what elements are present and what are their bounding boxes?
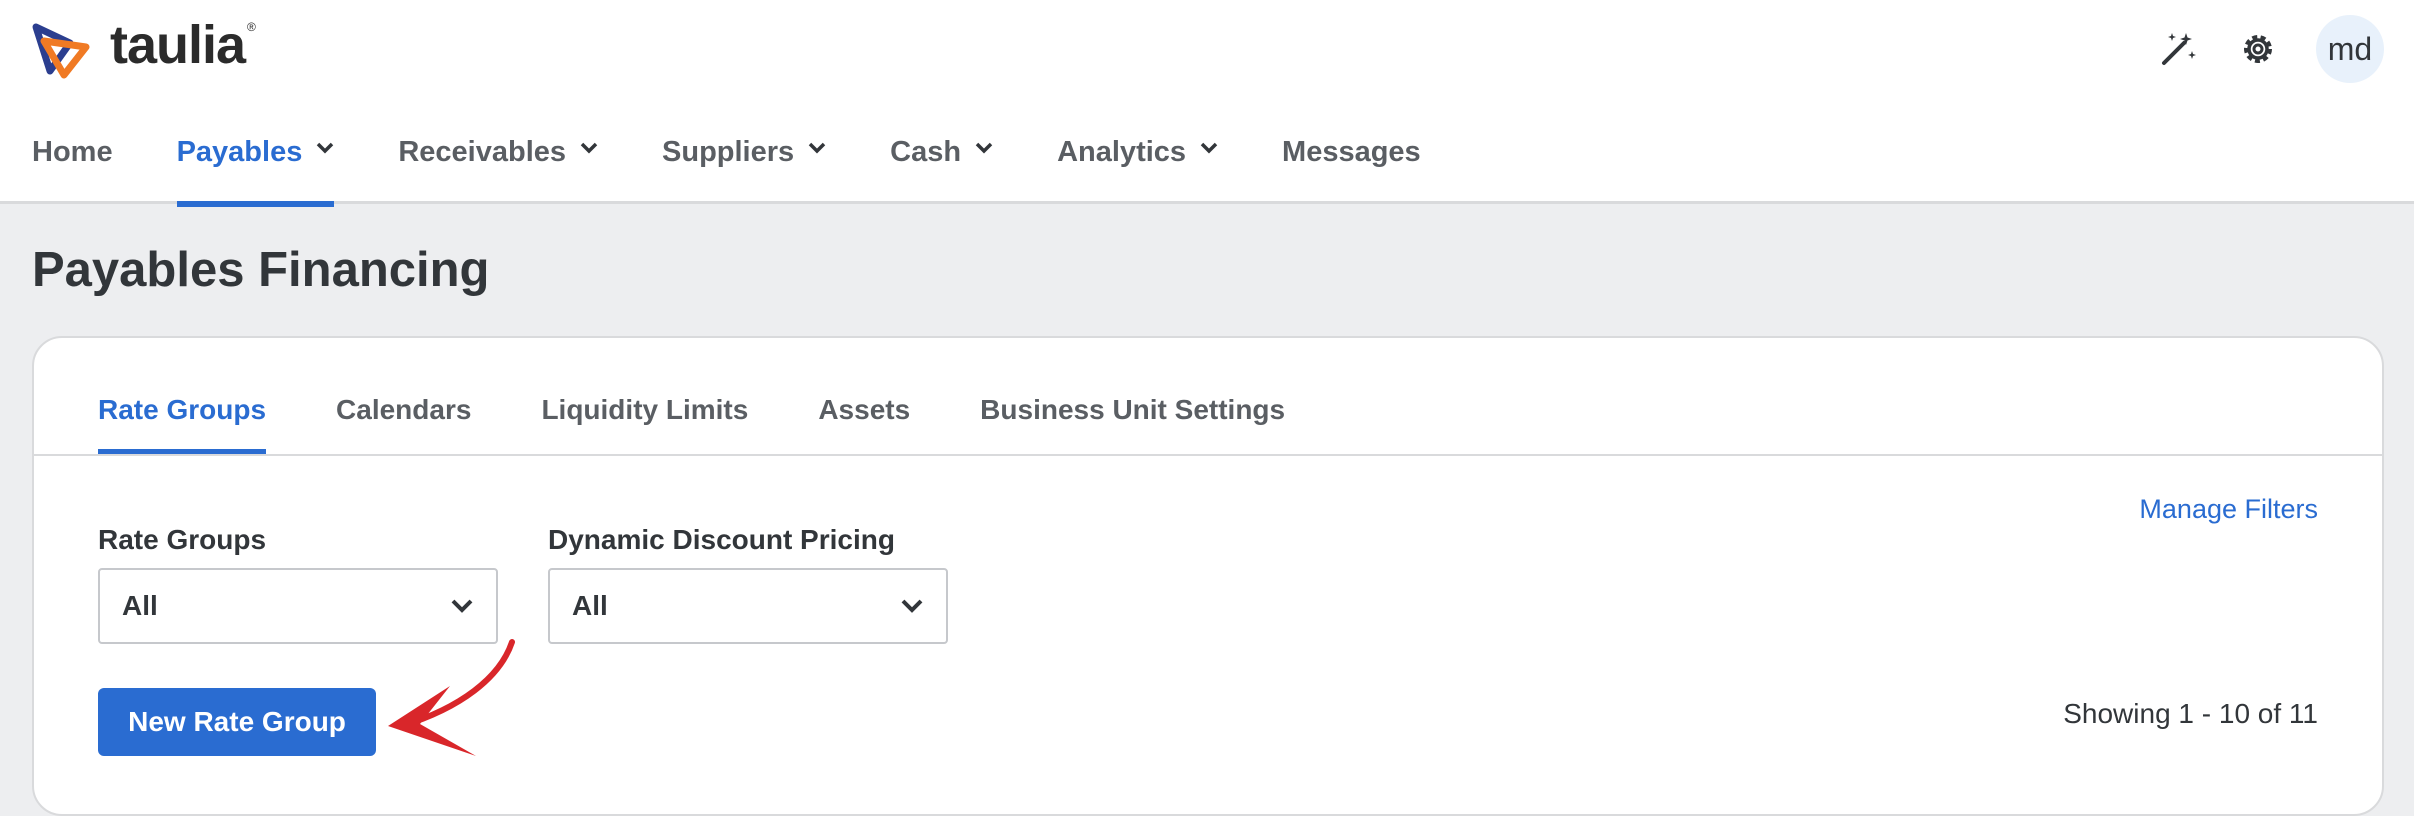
tab-bar: Rate Groups Calendars Liquidity Limits A…	[34, 338, 2382, 456]
nav-item-payables[interactable]: Payables	[176, 120, 335, 207]
nav-item-home[interactable]: Home	[32, 120, 113, 204]
nav-item-label: Messages	[1282, 136, 1421, 168]
rate-groups-select[interactable]: All	[98, 568, 498, 644]
select-value: All	[572, 590, 608, 621]
nav-item-suppliers[interactable]: Suppliers	[662, 120, 826, 204]
content-card: Rate Groups Calendars Liquidity Limits A…	[32, 336, 2384, 816]
nav-item-label: Receivables	[398, 136, 567, 168]
nav-item-label: Cash	[890, 136, 962, 168]
tab-business-unit-settings[interactable]: Business Unit Settings	[980, 338, 1285, 454]
nav-item-label: Suppliers	[662, 136, 795, 168]
header-actions: md	[2126, 14, 2384, 84]
chevron-down-icon	[808, 142, 826, 154]
top-bar: taulia ® md Home Payables Receivables Su…	[0, 0, 2414, 207]
chevron-down-icon	[975, 142, 993, 154]
manage-filters-link[interactable]: Manage Filters	[2139, 494, 2318, 525]
main-nav: Home Payables Receivables Suppliers Cash…	[0, 120, 1421, 207]
nav-item-label: Analytics	[1057, 136, 1187, 168]
nav-item-receivables[interactable]: Receivables	[398, 120, 598, 204]
new-rate-group-button[interactable]: New Rate Group	[98, 688, 376, 756]
rate-groups-filter-label: Rate Groups	[98, 524, 267, 555]
chevron-down-icon	[451, 599, 473, 613]
dynamic-discount-filter-label: Dynamic Discount Pricing	[548, 524, 895, 555]
chevron-down-icon	[317, 142, 334, 154]
magic-wand-icon[interactable]	[2150, 14, 2206, 84]
tab-assets[interactable]: Assets	[818, 338, 910, 454]
nav-item-analytics[interactable]: Analytics	[1057, 120, 1218, 204]
taulia-logo[interactable]: taulia ®	[30, 15, 256, 80]
annotation-arrow	[388, 639, 515, 756]
pagination-info: Showing 1 - 10 of 11	[2063, 698, 2318, 729]
nav-item-label: Payables	[176, 136, 303, 168]
select-value: All	[122, 590, 158, 621]
nav-item-messages[interactable]: Messages	[1282, 120, 1421, 204]
tab-rate-groups[interactable]: Rate Groups	[98, 338, 267, 454]
tab-liquidity-limits[interactable]: Liquidity Limits	[541, 338, 748, 454]
logo-registered-mark: ®	[247, 20, 256, 34]
chevron-down-icon	[580, 142, 598, 154]
tab-calendars[interactable]: Calendars	[336, 338, 471, 454]
chevron-down-icon	[901, 599, 923, 613]
avatar[interactable]: md	[2316, 15, 2384, 83]
chevron-down-icon	[1200, 142, 1218, 154]
nav-item-label: Home	[32, 136, 113, 168]
gear-icon[interactable]	[2230, 14, 2286, 84]
page-title: Payables Financing	[32, 243, 490, 297]
dynamic-discount-select[interactable]: All	[548, 568, 948, 644]
nav-item-cash[interactable]: Cash	[890, 120, 993, 204]
taulia-logo-icon	[32, 23, 90, 79]
logo-text: taulia	[110, 15, 246, 75]
